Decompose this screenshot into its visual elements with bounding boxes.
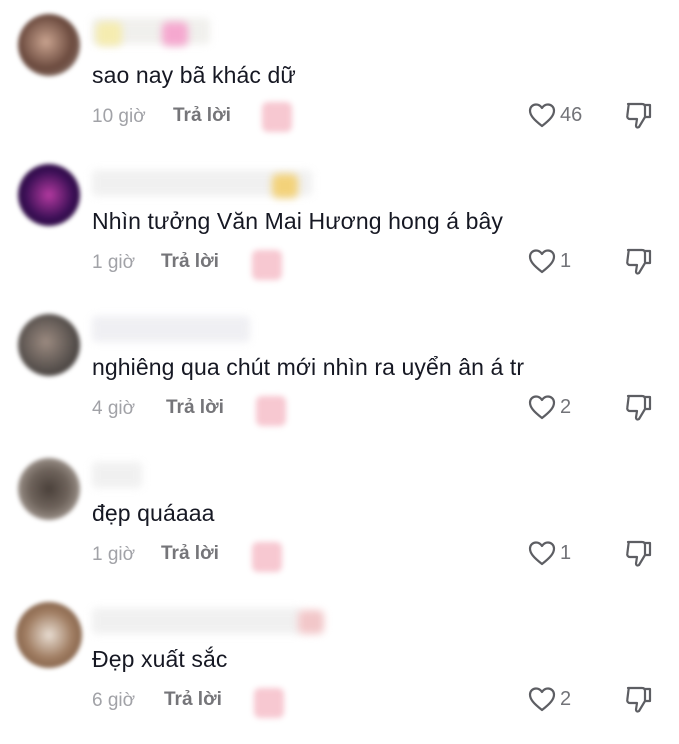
reply-button[interactable]: Trả lời: [166, 397, 224, 419]
creator-badge-blurred: [252, 542, 282, 572]
creator-badge-blurred: [252, 250, 282, 280]
thumbs-down-icon: [626, 394, 652, 421]
comment-item: Nhìn tưởng Văn Mai Hương hong á bây 1 gi…: [0, 160, 679, 306]
thumbs-down-icon: [626, 248, 652, 275]
username-blurred[interactable]: [92, 462, 142, 488]
like-count: 46: [560, 103, 583, 126]
avatar[interactable]: [18, 164, 80, 226]
like-button[interactable]: 2: [528, 686, 571, 712]
username-blurred[interactable]: [92, 608, 302, 634]
comment-time: 6 giờ: [92, 690, 136, 711]
heart-icon: [528, 249, 556, 274]
comment-time: 10 giờ: [92, 106, 146, 127]
comment-item: đẹp quáaaa 1 giờ Trả lời 1: [0, 452, 679, 598]
like-count: 2: [560, 687, 572, 710]
heart-icon: [528, 103, 556, 128]
comment-text: nghiêng qua chút mới nhìn ra uyển ân á t…: [92, 354, 525, 380]
like-button[interactable]: 2: [528, 394, 571, 420]
comment-text: sao nay bã khác dữ: [92, 62, 296, 88]
thumbs-down-icon: [626, 102, 652, 129]
dislike-button[interactable]: [624, 684, 654, 721]
comment-item: sao nay bã khác dữ 10 giờ Trả lời 46: [0, 14, 679, 160]
comment-text: đẹp quáaaa: [92, 500, 215, 526]
comment-time: 1 giờ: [92, 544, 136, 565]
username-emoji-blurred: [298, 610, 324, 634]
dislike-button[interactable]: [624, 392, 654, 429]
comment-text: Đẹp xuất sắc: [92, 646, 228, 672]
dislike-button[interactable]: [624, 538, 654, 575]
username-blurred[interactable]: [92, 316, 250, 342]
avatar[interactable]: [18, 458, 80, 520]
creator-badge-blurred: [254, 688, 284, 718]
like-button[interactable]: 1: [528, 540, 571, 566]
username-emoji-blurred: [96, 22, 122, 46]
creator-badge-blurred: [256, 396, 286, 426]
avatar[interactable]: [18, 314, 80, 376]
comment-time: 4 giờ: [92, 398, 136, 419]
like-count: 1: [560, 249, 572, 272]
heart-icon: [528, 395, 556, 420]
avatar[interactable]: [16, 602, 82, 668]
like-button[interactable]: 46: [528, 102, 582, 128]
comment-time: 1 giờ: [92, 252, 136, 273]
dislike-button[interactable]: [624, 100, 654, 137]
reply-button[interactable]: Trả lời: [161, 543, 219, 565]
like-button[interactable]: 1: [528, 248, 571, 274]
thumbs-down-icon: [626, 540, 652, 567]
thumbs-down-icon: [626, 686, 652, 713]
username-emoji-blurred: [272, 174, 298, 198]
reply-button[interactable]: Trả lời: [161, 251, 219, 273]
heart-icon: [528, 687, 556, 712]
comment-text: Nhìn tưởng Văn Mai Hương hong á bây: [92, 208, 503, 234]
dislike-button[interactable]: [624, 246, 654, 283]
heart-icon: [528, 541, 556, 566]
username-emoji-blurred: [162, 22, 188, 46]
reply-button[interactable]: Trả lời: [164, 689, 222, 711]
avatar[interactable]: [18, 14, 80, 76]
creator-badge-blurred: [262, 102, 292, 132]
comment-item: nghiêng qua chút mới nhìn ra uyển ân á t…: [0, 306, 679, 452]
like-count: 1: [560, 541, 572, 564]
reply-button[interactable]: Trả lời: [173, 105, 231, 127]
comment-item: Đẹp xuất sắc 6 giờ Trả lời 2: [0, 598, 679, 744]
like-count: 2: [560, 395, 572, 418]
